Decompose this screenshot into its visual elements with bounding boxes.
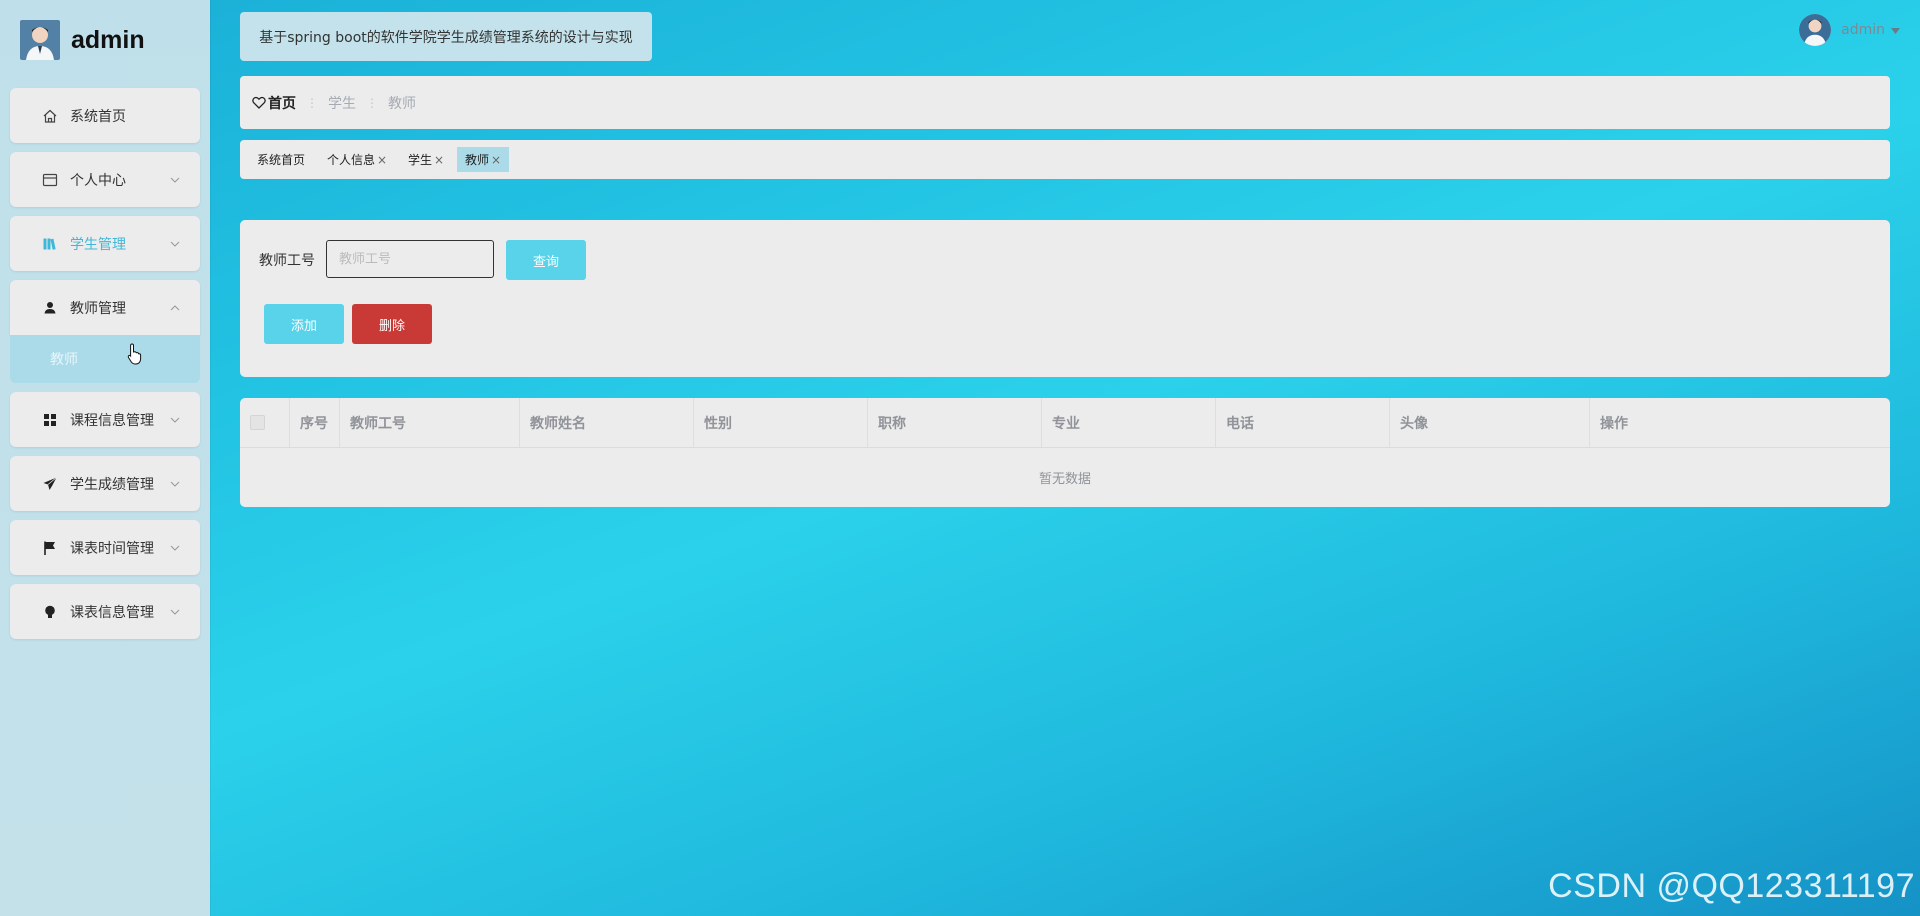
sidebar-item-schedule-time[interactable]: 课表时间管理 [10, 520, 200, 575]
sidebar-item-label: 教师管理 [70, 300, 126, 317]
sidebar-item-personal-center[interactable]: 个人中心 [10, 152, 200, 207]
breadcrumb-item-student[interactable]: 学生 [328, 93, 356, 113]
paper-plane-icon [41, 475, 59, 493]
close-icon[interactable]: × [377, 153, 387, 167]
tab-home[interactable]: 系统首页 [249, 147, 313, 172]
sidebar-item-student-management[interactable]: 学生管理 [10, 216, 200, 271]
mouse-pointer-icon [127, 343, 143, 369]
column-header: 电话 [1216, 398, 1390, 447]
delete-button[interactable]: 删除 [352, 304, 432, 344]
column-header: 头像 [1390, 398, 1590, 447]
tab-label: 系统首页 [257, 153, 306, 167]
breadcrumb-home-label: 首页 [268, 95, 296, 112]
breadcrumb-separator: ⋮ [366, 95, 378, 110]
user-menu[interactable]: admin [1799, 14, 1900, 46]
column-header: 专业 [1042, 398, 1216, 447]
system-title: 基于spring boot的软件学院学生成绩管理系统的设计与实现 [240, 12, 652, 61]
breadcrumb-item-teacher: 教师 [388, 95, 416, 112]
breadcrumb-separator: ⋮ [306, 95, 318, 110]
tab-label: 学生 [408, 153, 433, 167]
grid-icon [41, 411, 59, 429]
tab-student[interactable]: 学生 × [400, 147, 452, 172]
search-label: 教师工号 [259, 253, 315, 269]
chevron-down-icon [170, 607, 180, 617]
user-name: admin [1841, 22, 1885, 38]
select-all-checkbox[interactable] [250, 415, 265, 430]
card-icon [41, 171, 59, 189]
sidebar-subitem-teacher[interactable]: 教师 [10, 335, 200, 383]
tab-label: 教师 [465, 153, 490, 167]
tab-personal-info[interactable]: 个人信息 × [319, 147, 395, 172]
sidebar-subitem-label: 教师 [50, 352, 78, 368]
tab-teacher[interactable]: 教师 × [457, 147, 510, 172]
bulb-icon [41, 603, 59, 621]
chevron-up-icon [170, 303, 180, 313]
watermark: CSDN @QQ123311197 [1548, 867, 1915, 905]
close-icon[interactable]: × [434, 153, 444, 167]
chevron-down-icon [170, 239, 180, 249]
sidebar-item-student-grades[interactable]: 学生成绩管理 [10, 456, 200, 511]
tab-label: 个人信息 [327, 153, 376, 167]
sidebar-item-label: 课表信息管理 [70, 604, 154, 621]
column-header: 性别 [694, 398, 868, 447]
column-header: 职称 [868, 398, 1042, 447]
sidebar-item-label: 系统首页 [70, 108, 126, 125]
caret-down-icon [1891, 22, 1900, 38]
column-header: 教师工号 [340, 398, 520, 447]
chevron-down-icon [170, 479, 180, 489]
breadcrumb: 首页 ⋮ 学生 ⋮ 教师 [240, 76, 1890, 129]
teacher-id-search-input[interactable] [326, 240, 494, 278]
column-header: 序号 [290, 398, 340, 447]
sidebar-item-label: 课程信息管理 [70, 412, 154, 429]
table-header: 序号 教师工号 教师姓名 性别 职称 专业 电话 头像 操作 [240, 398, 1890, 448]
heart-icon [252, 96, 266, 109]
breadcrumb-home[interactable]: 首页 [252, 93, 296, 113]
search-panel: 教师工号 查询 添加 删除 [240, 220, 1890, 377]
close-icon[interactable]: × [491, 153, 501, 167]
sidebar: admin 系统首页 个人中心 学生管理 教师管理 教师 课程信息管理 学生成绩… [0, 0, 210, 916]
table-empty-text: 暂无数据 [1038, 472, 1091, 487]
add-button[interactable]: 添加 [264, 304, 344, 344]
column-header: 教师姓名 [520, 398, 694, 447]
brand-avatar [20, 20, 60, 60]
sidebar-item-label: 课表时间管理 [70, 540, 154, 557]
tabs-bar: 系统首页 个人信息 × 学生 × 教师 × [240, 140, 1890, 179]
brand: admin [20, 20, 145, 60]
chevron-down-icon [170, 175, 180, 185]
home-icon [41, 107, 59, 125]
brand-name: admin [71, 25, 145, 54]
sidebar-item-home[interactable]: 系统首页 [10, 88, 200, 143]
book-icon [41, 235, 59, 253]
sidebar-item-label: 学生管理 [70, 236, 126, 253]
chevron-down-icon [170, 415, 180, 425]
sidebar-item-label: 学生成绩管理 [70, 476, 154, 493]
select-all-cell [240, 398, 290, 447]
sidebar-item-schedule-info[interactable]: 课表信息管理 [10, 584, 200, 639]
sidebar-item-label: 个人中心 [70, 172, 126, 189]
sidebar-item-teacher-management[interactable]: 教师管理 [10, 280, 200, 335]
system-title-text: 基于spring boot的软件学院学生成绩管理系统的设计与实现 [259, 29, 633, 46]
avatar [1799, 14, 1832, 46]
column-header: 操作 [1600, 415, 1628, 432]
chevron-down-icon [170, 543, 180, 553]
sidebar-item-course-info[interactable]: 课程信息管理 [10, 392, 200, 447]
user-icon [41, 299, 59, 317]
flag-icon [41, 539, 59, 557]
query-button[interactable]: 查询 [506, 240, 586, 280]
teacher-table: 序号 教师工号 教师姓名 性别 职称 专业 电话 头像 操作 暂无数据 [240, 398, 1890, 507]
